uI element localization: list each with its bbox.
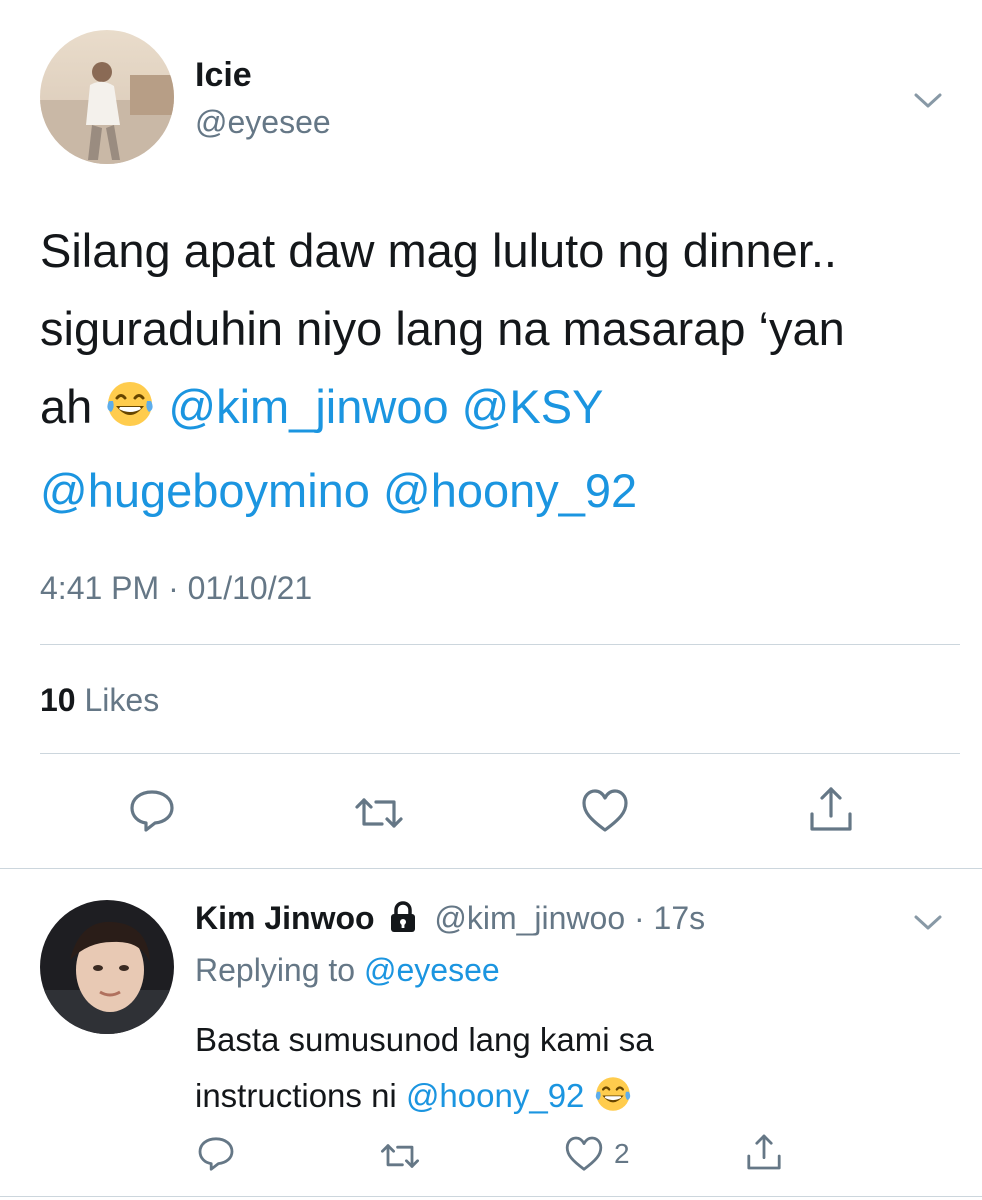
mention-link[interactable]: @hoony_92 bbox=[406, 1077, 584, 1114]
chevron-down-icon[interactable] bbox=[910, 82, 946, 118]
user-handle[interactable]: @eyesee bbox=[195, 104, 331, 141]
separator-dot: · bbox=[634, 900, 645, 936]
display-name[interactable]: Icie bbox=[195, 56, 252, 95]
avatar[interactable] bbox=[40, 30, 174, 164]
reply-time[interactable]: 17s bbox=[654, 900, 706, 936]
share-icon[interactable] bbox=[744, 1132, 784, 1172]
reply-display-name[interactable]: Kim Jinwoo bbox=[195, 900, 375, 936]
tweet-text-line: ah bbox=[40, 380, 93, 433]
reply-text-line: Basta sumusunod lang kami sa bbox=[195, 1021, 654, 1058]
reply-icon[interactable] bbox=[196, 1134, 236, 1174]
retweet-icon[interactable] bbox=[354, 788, 404, 838]
divider bbox=[40, 644, 960, 645]
reply-header: Kim Jinwoo @kim_jinwoo · 17s bbox=[195, 900, 705, 941]
mention-link[interactable]: @KSY bbox=[462, 380, 604, 433]
share-icon[interactable] bbox=[806, 784, 856, 834]
mention-link[interactable]: @eyesee bbox=[364, 952, 500, 988]
retweet-icon[interactable] bbox=[380, 1136, 420, 1176]
mention-link[interactable]: @hoony_92 bbox=[383, 464, 637, 517]
divider bbox=[0, 868, 982, 869]
divider bbox=[40, 753, 960, 754]
tweet-text: Silang apat daw mag luluto ng dinner.. s… bbox=[40, 212, 960, 530]
reply-user-handle[interactable]: @kim_jinwoo bbox=[434, 900, 625, 936]
tweet-text-line: siguraduhin niyo lang na masarap ‘yan bbox=[40, 302, 845, 355]
mention-link[interactable]: @kim_jinwoo bbox=[168, 380, 448, 433]
divider bbox=[0, 1196, 982, 1197]
lock-icon bbox=[389, 901, 417, 941]
laughing-tears-emoji bbox=[105, 374, 155, 452]
replying-label: Replying to bbox=[195, 952, 356, 988]
reply-text-line: instructions ni bbox=[195, 1077, 397, 1114]
avatar[interactable] bbox=[40, 900, 174, 1034]
mention-link[interactable]: @hugeboymino bbox=[40, 464, 370, 517]
likes-stat[interactable]: 10 Likes bbox=[40, 682, 159, 719]
tweet-text-line: Silang apat daw mag luluto ng dinner.. bbox=[40, 224, 837, 277]
tweet-timestamp[interactable]: 4:41 PM · 01/10/21 bbox=[40, 570, 312, 607]
laughing-tears-emoji bbox=[594, 1074, 632, 1130]
heart-icon[interactable] bbox=[580, 786, 630, 836]
likes-label: Likes bbox=[84, 682, 160, 718]
replying-to: Replying to @eyesee bbox=[195, 952, 500, 989]
reply-text: Basta sumusunod lang kami sa instruction… bbox=[195, 1012, 915, 1130]
reply-like-count: 2 bbox=[614, 1138, 630, 1169]
likes-count: 10 bbox=[40, 682, 76, 718]
reply-icon[interactable] bbox=[127, 786, 177, 836]
heart-icon[interactable] bbox=[564, 1134, 604, 1174]
chevron-down-icon[interactable] bbox=[910, 904, 946, 940]
